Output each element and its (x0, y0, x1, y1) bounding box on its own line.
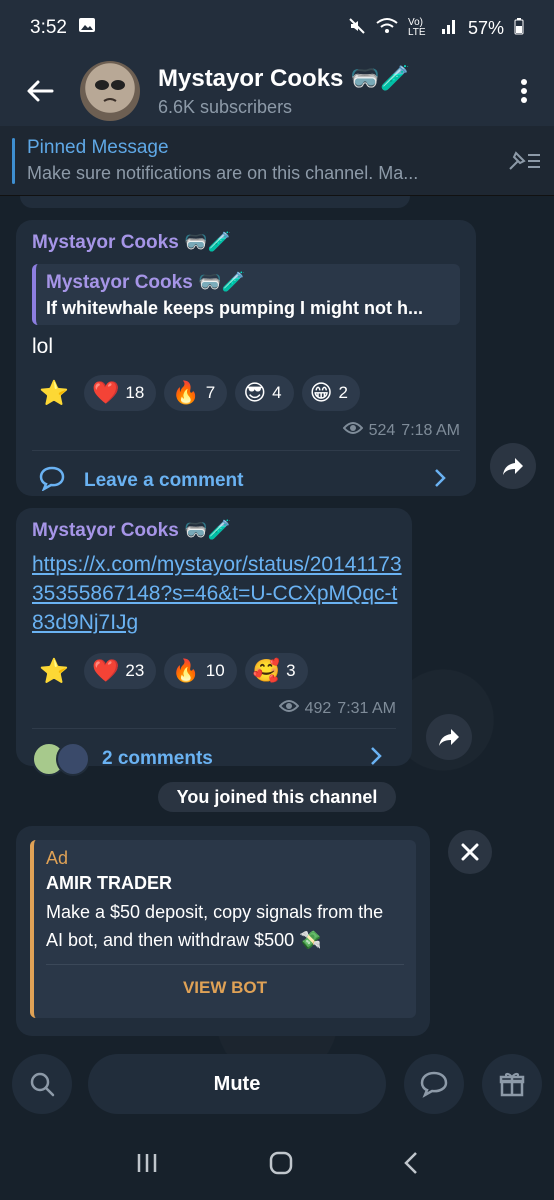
gift-button[interactable] (482, 1054, 542, 1114)
reaction-heart[interactable]: ❤️ 23 (84, 653, 157, 689)
close-icon (461, 843, 479, 861)
comment-icon (38, 465, 66, 496)
more-vertical-icon (521, 79, 527, 103)
battery-icon (514, 17, 524, 40)
star-reaction[interactable]: ⭐ (32, 371, 76, 415)
message-link[interactable]: https://x.com/mystayor/status/2014117335… (32, 550, 402, 637)
wifi-icon (376, 17, 398, 40)
reaction-fire[interactable]: 🔥 7 (164, 375, 228, 411)
more-menu-button[interactable] (494, 56, 554, 126)
bottom-action-bar: Mute (0, 1054, 554, 1120)
subscriber-count: 6.6K subscribers (158, 97, 293, 117)
search-icon (30, 1072, 55, 1097)
reply-quote[interactable]: Mystayor Cooks 🥽🧪 If whitewhale keeps pu… (32, 264, 460, 325)
star-reaction[interactable]: ⭐ (32, 649, 76, 693)
view-bot-button[interactable]: VIEW BOT (46, 964, 404, 1010)
ad-label: Ad (46, 848, 69, 868)
message-author[interactable]: Mystayor Cooks 🥽🧪 (32, 230, 460, 254)
message-bubble[interactable]: Mystayor Cooks 🥽🧪 Mystayor Cooks 🥽🧪 If w… (16, 220, 476, 496)
message-text: lol (32, 335, 54, 358)
pinned-indicator (12, 137, 15, 184)
clock: 3:52 (30, 17, 67, 38)
reactions-row: ⭐ ❤️ 23 🔥 10 🥰 3 (32, 649, 396, 693)
eye-icon (278, 699, 299, 718)
reactions-row: ⭐ ❤️ 18 🔥 7 😎 4 😁 2 (32, 371, 460, 415)
service-message: You joined this channel (158, 782, 396, 812)
reaction-heart[interactable]: ❤️ 18 (84, 375, 157, 411)
chat-bubble-icon (420, 1071, 448, 1098)
pinned-title: Pinned Message (27, 137, 169, 158)
recents-icon (137, 1153, 156, 1172)
message-author[interactable]: Mystayor Cooks 🥽🧪 (32, 518, 396, 542)
eye-icon (342, 421, 363, 440)
battery-text: 57% (467, 17, 504, 38)
gallery-icon (77, 15, 97, 41)
message-meta: 492 7:31 AM (32, 699, 396, 718)
home-icon (269, 1151, 293, 1174)
share-icon (439, 729, 459, 746)
message-time: 7:18 AM (401, 421, 460, 439)
message-time: 7:31 AM (337, 699, 396, 717)
message-meta: 524 7:18 AM (32, 421, 460, 440)
commenter-avatars (32, 741, 90, 776)
gift-icon (499, 1073, 525, 1097)
sponsored-message[interactable]: Ad AMIR TRADER Make a $50 deposit, copy … (16, 826, 430, 1036)
pin-list-icon[interactable] (494, 149, 554, 173)
reaction-love[interactable]: 🥰 3 (244, 653, 308, 689)
chat-header: Mystayor Cooks 🥽🧪 6.6K subscribers (0, 56, 554, 126)
home-button[interactable] (268, 1150, 294, 1181)
ad-description: Make a $50 deposit, copy signals from th… (46, 902, 384, 950)
channel-info[interactable]: Mystayor Cooks 🥽🧪 6.6K subscribers (158, 64, 494, 118)
share-button[interactable] (426, 714, 472, 760)
recent-apps-button[interactable] (135, 1152, 159, 1179)
ad-title: AMIR TRADER (46, 873, 172, 893)
reaction-cool[interactable]: 😎 4 (235, 375, 294, 411)
network-label: Vo) LTE (407, 17, 426, 38)
pinned-text: Make sure notifications are on this chan… (27, 163, 419, 183)
close-ad-button[interactable] (448, 830, 492, 874)
chevron-right-icon (370, 746, 382, 771)
search-button[interactable] (12, 1054, 72, 1114)
pinned-message-bar[interactable]: Pinned Message Make sure notifications a… (0, 126, 554, 196)
reaction-fire[interactable]: 🔥 10 (164, 653, 237, 689)
comment-label: Leave a comment (84, 469, 244, 491)
channel-avatar[interactable] (80, 61, 140, 121)
mute-button[interactable]: Mute (88, 1054, 386, 1114)
share-button[interactable] (490, 443, 536, 489)
reply-author: Mystayor Cooks 🥽🧪 (46, 272, 246, 293)
system-nav-bar (0, 1130, 554, 1200)
comments-button[interactable]: 2 comments (32, 728, 396, 788)
back-button[interactable] (0, 56, 80, 126)
view-count: 492 (304, 699, 332, 717)
arrow-left-icon (27, 80, 54, 102)
status-bar: 3:52 Vo) LTE 57% (0, 0, 554, 56)
previous-message-bubble (20, 196, 410, 208)
discussion-button[interactable] (404, 1054, 464, 1114)
share-icon (503, 458, 523, 475)
avatar (56, 741, 90, 776)
reply-text: If whitewhale keeps pumping I might not … (46, 298, 424, 318)
signal-icon (440, 17, 458, 40)
comment-label: 2 comments (102, 747, 213, 769)
mute-status-icon (348, 17, 366, 40)
ad-card[interactable]: Ad AMIR TRADER Make a $50 deposit, copy … (30, 840, 416, 1018)
leave-comment-button[interactable]: Leave a comment (32, 450, 460, 510)
view-count: 524 (368, 421, 396, 439)
channel-name: Mystayor Cooks 🥽🧪 (158, 65, 410, 92)
reaction-grin[interactable]: 😁 2 (301, 375, 361, 411)
chevron-left-icon (404, 1151, 418, 1174)
message-bubble[interactable]: Mystayor Cooks 🥽🧪 https://x.com/mystayor… (16, 508, 412, 776)
chevron-right-icon (434, 468, 446, 493)
back-nav-button[interactable] (403, 1150, 419, 1181)
